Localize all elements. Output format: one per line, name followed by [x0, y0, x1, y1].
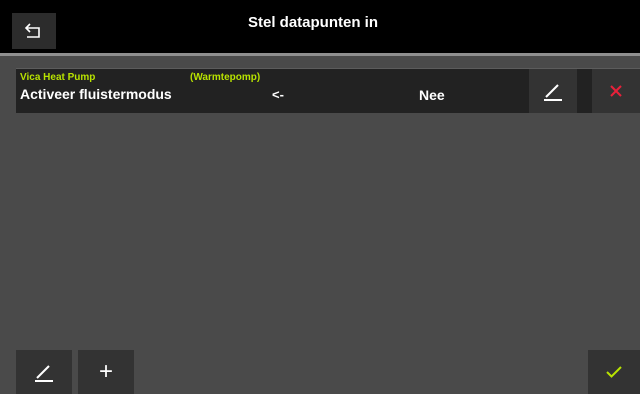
plus-icon: +: [98, 358, 113, 385]
confirm-button[interactable]: [588, 350, 640, 394]
datapoint-value: Nee: [419, 87, 445, 103]
direction-indicator: <-: [272, 87, 284, 102]
device-name: Vica Heat Pump: [20, 72, 96, 83]
checkmark-icon: [606, 366, 622, 378]
edit-button[interactable]: [16, 350, 72, 394]
datapoint-row[interactable]: Vica Heat Pump (Warmtepomp) Activeer flu…: [16, 68, 640, 113]
close-icon: [610, 85, 622, 97]
delete-datapoint-button[interactable]: [592, 69, 640, 113]
device-type: (Warmtepomp): [190, 72, 261, 83]
page-title: Stel datapunten in: [247, 14, 378, 31]
datapoint-name: Activeer fluistermodus: [20, 86, 172, 102]
pencil-icon: [542, 81, 564, 101]
header-bar: Stel datapunten in: [0, 0, 640, 56]
edit-datapoint-button[interactable]: [529, 69, 577, 113]
pencil-icon: [33, 362, 55, 382]
add-button[interactable]: +: [78, 350, 134, 394]
